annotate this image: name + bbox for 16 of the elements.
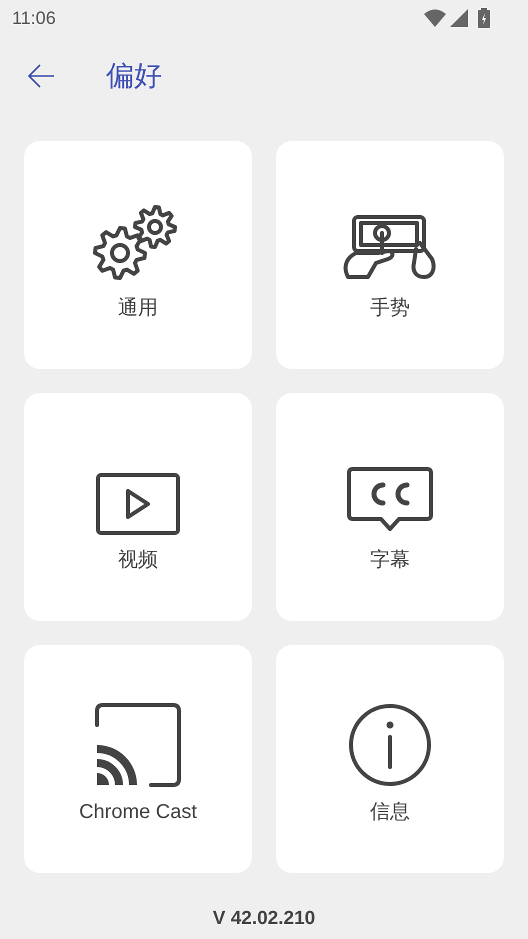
settings-card[interactable]: 视频	[24, 393, 252, 621]
settings-card[interactable]: Chrome Cast	[24, 645, 252, 873]
settings-card[interactable]: 通用	[24, 141, 252, 369]
cast-icon	[95, 703, 181, 787]
play-icon	[96, 473, 180, 535]
info-icon	[348, 703, 432, 787]
settings-card[interactable]: 手势	[276, 141, 504, 369]
settings-card[interactable]: 字幕	[276, 393, 504, 621]
back-arrow-icon	[27, 64, 55, 88]
wifi-icon	[424, 9, 446, 27]
settings-card[interactable]: 信息	[276, 645, 504, 873]
version-label: V 42.02.210	[212, 907, 316, 931]
page-title: 偏好	[106, 58, 162, 94]
signal-icon	[450, 9, 468, 27]
status-time: 11:06	[12, 6, 56, 30]
battery-icon	[478, 8, 490, 28]
